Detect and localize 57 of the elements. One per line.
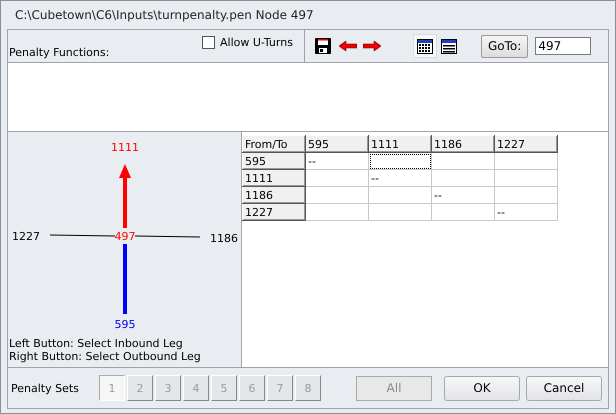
table-cell[interactable] bbox=[368, 152, 432, 170]
leg-label: 595 bbox=[114, 318, 136, 331]
inbound-leg-line bbox=[123, 244, 127, 314]
table-cell[interactable]: -- bbox=[494, 204, 558, 220]
hint-text: Right Button: Select Outbound Leg bbox=[8, 350, 202, 363]
table-cell[interactable] bbox=[432, 170, 494, 186]
column-header: 1186 bbox=[432, 136, 494, 152]
penalty-set-button[interactable]: 3 bbox=[155, 375, 181, 401]
column-header: From/To bbox=[242, 136, 306, 152]
dialog-button[interactable]: OK bbox=[444, 376, 520, 400]
allow-uturns-label: Allow U-Turns bbox=[220, 36, 293, 49]
penalty-set-button[interactable]: 1 bbox=[99, 375, 125, 401]
penalty-set-button[interactable]: 2 bbox=[127, 375, 153, 401]
leg-label: 1227 bbox=[12, 230, 40, 243]
leg-label: 1111 bbox=[111, 141, 139, 154]
right-arrow-icon[interactable] bbox=[363, 41, 381, 51]
penalty-set-button[interactable]: 5 bbox=[211, 375, 237, 401]
penalty-functions-label: Penalty Functions: bbox=[9, 46, 110, 59]
row-header: 1227 bbox=[242, 204, 306, 220]
table-cell[interactable]: -- bbox=[306, 152, 368, 170]
penalty-set-button[interactable]: 8 bbox=[295, 375, 321, 401]
hint-text: Left Button: Select Inbound Leg bbox=[8, 337, 184, 350]
leg-line bbox=[134, 236, 200, 238]
table-cell[interactable]: -- bbox=[368, 170, 432, 186]
table-cell[interactable] bbox=[368, 204, 432, 220]
table-cell[interactable] bbox=[306, 186, 368, 204]
column-header: 1227 bbox=[494, 136, 558, 152]
table-cell[interactable] bbox=[368, 186, 432, 204]
leg-line bbox=[50, 234, 116, 236]
node-label: 497 bbox=[114, 230, 136, 243]
goto-button[interactable]: GoTo: bbox=[481, 34, 528, 58]
window-title: C:\Cubetown\C6\Inputs\turnpenalty.pen Node 497 bbox=[14, 7, 315, 24]
table-cell[interactable] bbox=[306, 170, 368, 186]
table-cell[interactable] bbox=[494, 152, 558, 170]
column-header: 595 bbox=[306, 136, 368, 152]
penalty-set-button[interactable]: 6 bbox=[239, 375, 265, 401]
save-icon[interactable] bbox=[315, 38, 331, 54]
node-input-field[interactable]: 497 bbox=[535, 37, 592, 55]
row-header: 1186 bbox=[242, 186, 306, 204]
table-cell[interactable] bbox=[432, 152, 494, 170]
row-header: 1111 bbox=[242, 170, 306, 186]
outbound-arrow bbox=[119, 164, 131, 228]
table-cell[interactable]: -- bbox=[432, 186, 494, 204]
left-arrow-icon[interactable] bbox=[339, 41, 357, 51]
table-cell[interactable] bbox=[494, 186, 558, 204]
leg-label: 1186 bbox=[210, 232, 238, 245]
table-cell[interactable] bbox=[494, 170, 558, 186]
penalty-sets-label: Penalty Sets bbox=[11, 382, 80, 394]
table-cell[interactable] bbox=[306, 204, 368, 220]
column-header: 1111 bbox=[368, 136, 432, 152]
dialog-button[interactable]: Cancel bbox=[526, 376, 602, 400]
table-cell[interactable] bbox=[432, 204, 494, 220]
allow-uturns-checkbox[interactable] bbox=[202, 36, 215, 49]
penalty-set-button[interactable]: 4 bbox=[183, 375, 209, 401]
row-header: 595 bbox=[242, 152, 306, 170]
grid-view-button[interactable] bbox=[413, 34, 437, 58]
penalty-set-button[interactable]: 7 bbox=[267, 375, 293, 401]
